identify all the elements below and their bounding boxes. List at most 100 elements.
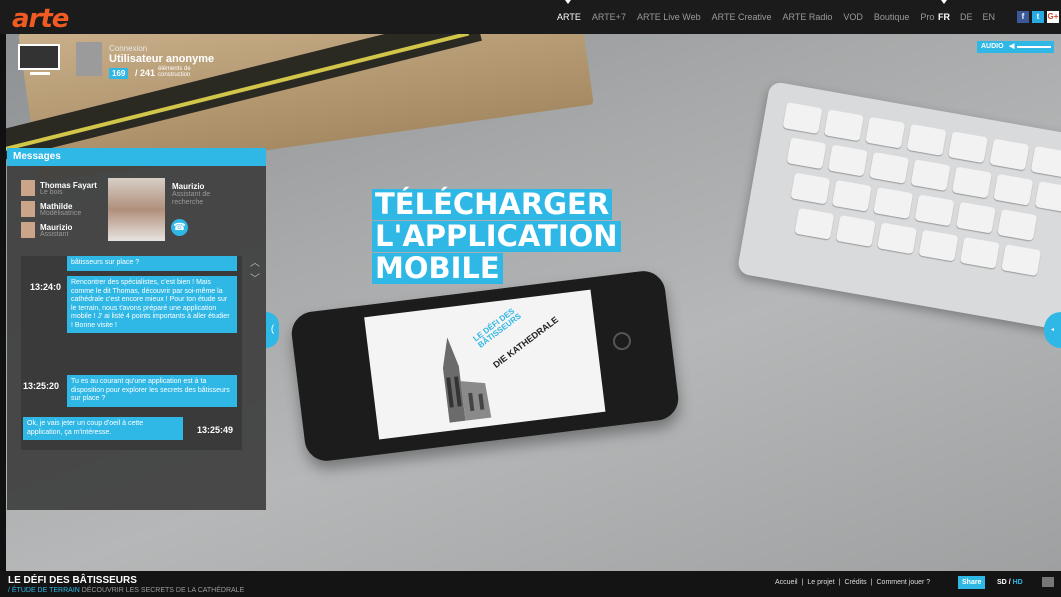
contact-thomas[interactable]: Thomas Fayart Le bois — [21, 180, 101, 201]
contact-avatar — [21, 180, 35, 196]
contact-role: Modélisatrice — [40, 210, 82, 217]
chat-time: 13:25:49 — [197, 425, 234, 435]
language-switcher: FR DE EN — [938, 0, 995, 34]
key — [1030, 145, 1061, 178]
top-bar: arte ARTE ARTE+7 ARTE Live Web ARTE Crea… — [0, 0, 1061, 34]
quality-switch: SD / HD — [997, 579, 1023, 586]
share-button[interactable]: Share — [958, 576, 986, 589]
headline-line-2[interactable]: L'APPLICATION — [372, 221, 621, 252]
key — [823, 109, 864, 142]
chat-bubble-user: Ok, je vais jeter un coup d'oeil à cette… — [23, 417, 183, 440]
speaker-portrait — [108, 178, 165, 241]
key — [877, 222, 918, 255]
elements-count: 169 — [109, 68, 129, 79]
quality-separator: / — [1008, 579, 1011, 586]
nav-boutique[interactable]: Boutique — [874, 12, 910, 22]
breadcrumb-section[interactable]: / ÉTUDE DE TERRAIN — [8, 587, 80, 594]
nav-arte-live-web[interactable]: ARTE Live Web — [637, 12, 701, 22]
facebook-icon[interactable]: f — [1017, 11, 1029, 23]
chat-log: bâtisseurs sur place ? 13:24:0 Rencontre… — [21, 256, 242, 450]
speaker-name: Maurizio — [172, 182, 205, 191]
contact-maurizio[interactable]: Maurizio Assistant — [21, 222, 101, 243]
key — [955, 201, 996, 234]
key — [906, 124, 947, 156]
key — [873, 187, 914, 220]
contact-avatar — [21, 222, 35, 238]
phone-call-button[interactable]: ☎ — [171, 219, 188, 236]
lang-en[interactable]: EN — [983, 12, 996, 22]
headline-line-1[interactable]: TÉLÉCHARGER — [372, 189, 613, 220]
key — [794, 207, 835, 240]
chat-time: 13:24:0 — [30, 282, 62, 292]
key — [869, 151, 910, 184]
quality-hd[interactable]: HD — [1013, 579, 1023, 586]
contact-role: Le bois — [40, 189, 63, 196]
key — [835, 215, 876, 247]
monitor-icon[interactable] — [18, 44, 60, 75]
user-name: Utilisateur anonyme — [109, 53, 215, 65]
footer-bar: LE DÉFI DES BÂTISSEURS / ÉTUDE DE TERRAI… — [0, 571, 1061, 597]
key — [782, 102, 823, 135]
volume-slider[interactable] — [1017, 46, 1051, 48]
arte-logo[interactable]: arte — [12, 4, 69, 34]
lang-fr[interactable]: FR — [938, 12, 950, 22]
key — [910, 159, 951, 192]
nav-arte-plus7[interactable]: ARTE+7 — [592, 12, 626, 22]
connexion-link[interactable]: Connexion — [109, 44, 147, 53]
separator: | — [838, 579, 841, 586]
chat-time: 13:25:20 — [23, 381, 60, 391]
key — [786, 137, 827, 170]
twitter-icon[interactable]: t — [1032, 11, 1044, 23]
headline-line-3[interactable]: MOBILE — [372, 253, 503, 284]
chat-scroll-down-icon[interactable]: ﹀ — [249, 275, 261, 285]
link-comment-jouer[interactable]: Comment jouer ? — [877, 579, 931, 586]
key — [1034, 181, 1061, 213]
elements-total: / 241 — [135, 68, 156, 78]
separator: | — [801, 579, 804, 586]
google-plus-icon[interactable]: G+ — [1047, 11, 1059, 23]
nav-vod[interactable]: VOD — [843, 12, 863, 22]
lang-de[interactable]: DE — [960, 12, 973, 22]
nav-arte-creative[interactable]: ARTE Creative — [712, 12, 772, 22]
avatar[interactable] — [76, 42, 102, 76]
key — [951, 166, 992, 199]
chat-bubble: bâtisseurs sur place ? — [67, 256, 237, 271]
contact-mathilde[interactable]: Mathilde Modélisatrice — [21, 201, 101, 222]
link-credits[interactable]: Crédits — [844, 579, 866, 586]
footer-links: Accueil | Le projet | Crédits | Comment … — [775, 579, 930, 586]
footer-title[interactable]: LE DÉFI DES BÂTISSEURS — [8, 575, 137, 586]
main-nav: ARTE ARTE+7 ARTE Live Web ARTE Creative … — [557, 0, 934, 34]
keyboard-image — [736, 80, 1061, 333]
key — [918, 229, 959, 262]
phone-screen: LE DÉFI DES BÂTISSEURS DIE KATHEDRALE — [364, 289, 606, 440]
messages-title: Messages — [7, 148, 266, 166]
nav-pro[interactable]: Pro — [920, 12, 934, 22]
speaker-icon[interactable]: ◀ — [1009, 41, 1014, 53]
elements-label: éléments de construction — [158, 66, 191, 78]
messages-panel: Messages Thomas Fayart Le bois Mathilde … — [7, 148, 266, 510]
home-button — [611, 331, 633, 352]
key — [989, 138, 1030, 171]
fullscreen-icon[interactable] — [1042, 577, 1054, 587]
breadcrumb: / ÉTUDE DE TERRAIN DÉCOUVRIR LES SECRETS… — [8, 587, 244, 594]
chat-bubble: Rencontrer des spécialistes, c'est bien … — [67, 276, 237, 333]
nav-arte-radio[interactable]: ARTE Radio — [783, 12, 833, 22]
contacts-list: Thomas Fayart Le bois Mathilde Modélisat… — [21, 180, 101, 243]
nav-arte[interactable]: ARTE — [557, 12, 581, 22]
key — [914, 194, 955, 227]
key — [827, 144, 868, 177]
breadcrumb-current: DÉCOUVRIR LES SECRETS DE LA CATHÉDRALE — [81, 587, 245, 594]
key — [948, 131, 988, 164]
key — [959, 236, 1000, 269]
chat-bubble: Tu es au courant qu'une application est … — [67, 375, 237, 407]
chat-scroll-up-icon[interactable]: ︿ — [249, 259, 261, 269]
audio-control[interactable]: AUDIO ◀ — [977, 41, 1054, 53]
speaker-role: Assistant de recherche — [172, 191, 211, 206]
link-le-projet[interactable]: Le projet — [807, 579, 834, 586]
separator: | — [870, 579, 873, 586]
contact-role: Assistant — [40, 231, 69, 238]
link-accueil[interactable]: Accueil — [775, 579, 798, 586]
quality-sd[interactable]: SD — [997, 579, 1007, 586]
key — [993, 173, 1034, 206]
audio-label: AUDIO — [981, 43, 1004, 50]
